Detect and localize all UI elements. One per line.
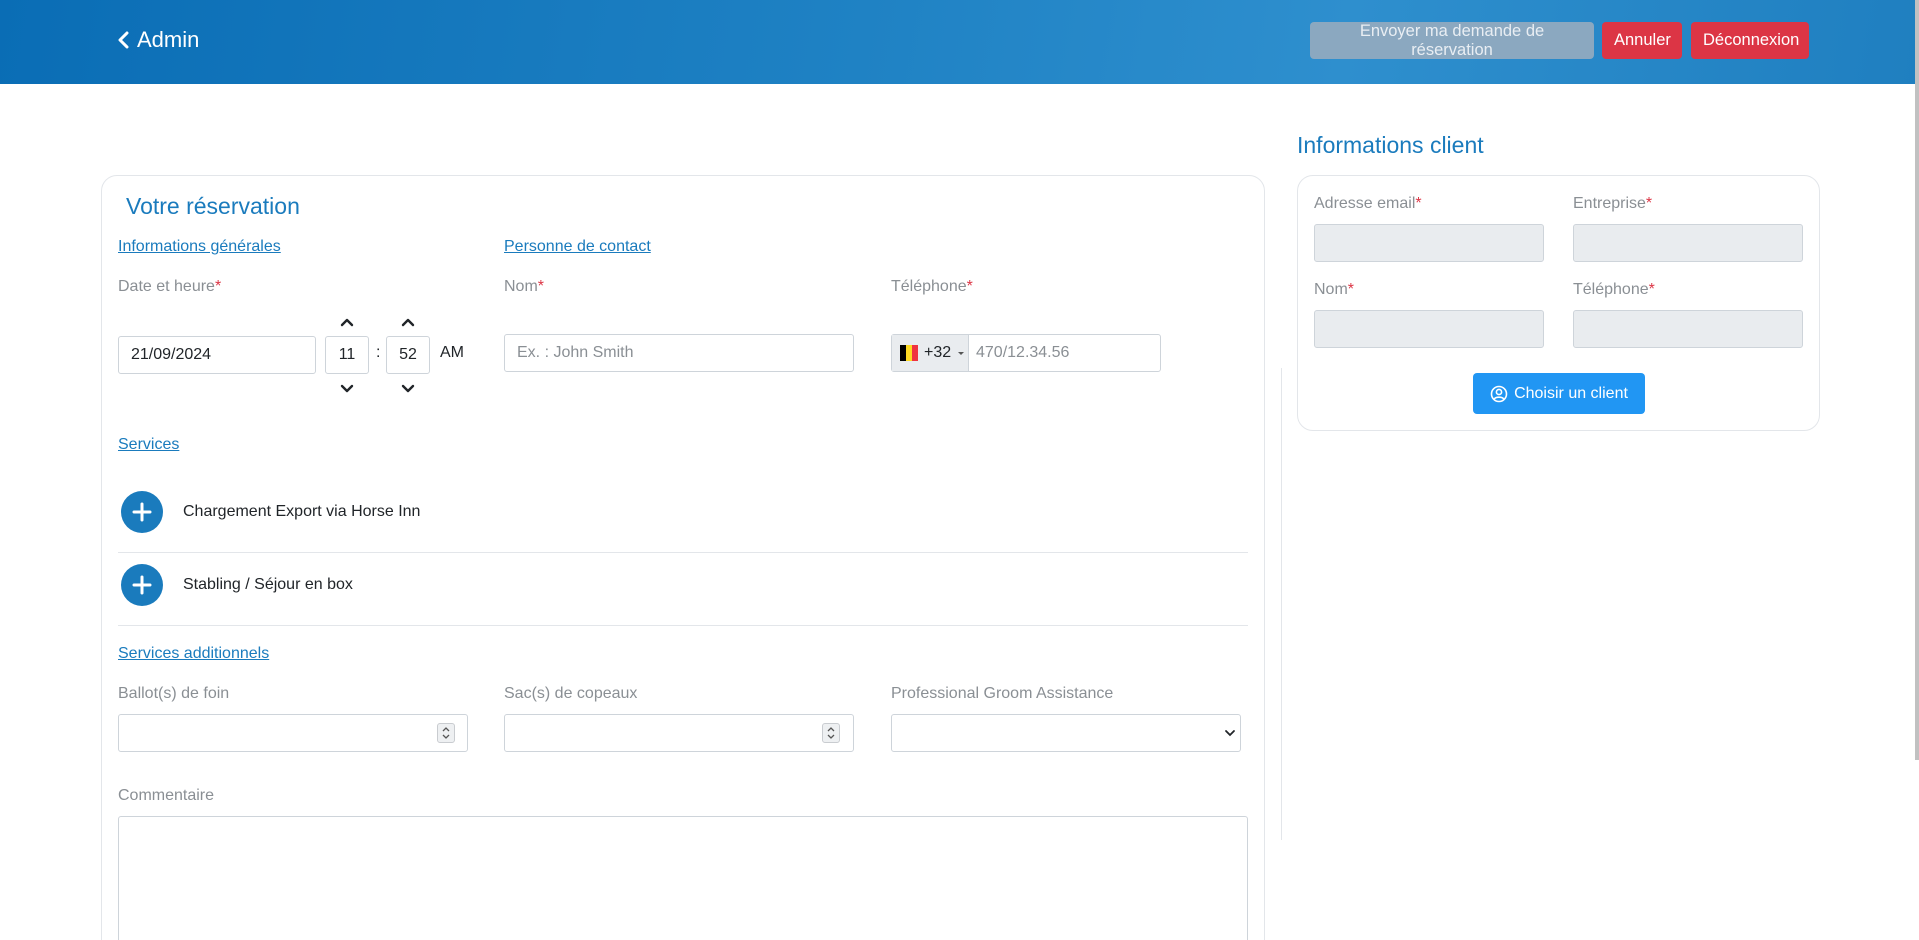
contact-name-input[interactable]: Ex. : John Smith bbox=[504, 334, 854, 372]
add-service-button[interactable] bbox=[121, 564, 163, 606]
caret-down-icon bbox=[958, 352, 965, 355]
user-circle-icon bbox=[1490, 385, 1508, 402]
plus-icon bbox=[132, 502, 152, 522]
cancel-button[interactable]: Annuler bbox=[1602, 22, 1682, 59]
back-to-admin-link[interactable]: Admin bbox=[117, 27, 199, 53]
belgium-flag-icon bbox=[900, 345, 918, 361]
client-phone-label: Téléphone* bbox=[1573, 281, 1655, 298]
send-reservation-button[interactable]: Envoyer ma demande de réservation bbox=[1310, 22, 1594, 59]
shavings-label: Sac(s) de copeaux bbox=[504, 685, 638, 702]
add-service-button[interactable] bbox=[121, 491, 163, 533]
reservation-title: Votre réservation bbox=[126, 193, 300, 219]
client-phone-field bbox=[1573, 310, 1803, 348]
groom-assistance-select[interactable] bbox=[891, 714, 1241, 752]
back-label: Admin bbox=[137, 27, 200, 52]
hay-bales-spinner[interactable] bbox=[437, 723, 455, 743]
choose-client-label: Choisir un client bbox=[1514, 384, 1628, 402]
chevron-up-icon bbox=[340, 318, 354, 326]
client-name-field bbox=[1314, 310, 1544, 348]
spinner-arrows-icon bbox=[442, 727, 450, 739]
chevron-left-icon bbox=[118, 31, 129, 49]
shavings-input[interactable] bbox=[504, 714, 854, 752]
time-separator: : bbox=[376, 344, 381, 361]
logout-button[interactable]: Déconnexion bbox=[1691, 22, 1809, 59]
date-time-label: Date et heure* bbox=[118, 278, 222, 295]
chevron-down-icon bbox=[1225, 730, 1235, 737]
contact-phone-label: Téléphone* bbox=[891, 278, 973, 295]
chevron-up-icon bbox=[401, 318, 415, 326]
chevron-down-icon bbox=[401, 384, 415, 392]
service-item: Stabling / Séjour en box bbox=[118, 549, 1248, 621]
service-label: Stabling / Séjour en box bbox=[183, 576, 353, 593]
groom-assistance-label: Professional Groom Assistance bbox=[891, 685, 1114, 702]
services-link[interactable]: Services bbox=[118, 436, 179, 454]
comment-textarea[interactable] bbox=[118, 816, 1248, 940]
hay-bales-input[interactable] bbox=[118, 714, 468, 752]
minute-down-arrow[interactable] bbox=[398, 381, 418, 395]
contact-name-label: Nom* bbox=[504, 278, 545, 295]
plus-icon bbox=[132, 575, 152, 595]
general-info-link[interactable]: Informations générales bbox=[118, 238, 281, 256]
hour-input[interactable]: 11 bbox=[325, 336, 369, 374]
country-code-select[interactable]: +32 bbox=[892, 335, 969, 371]
client-name-label: Nom* bbox=[1314, 281, 1355, 298]
hay-bales-label: Ballot(s) de foin bbox=[118, 685, 230, 702]
client-company-field bbox=[1573, 224, 1803, 262]
date-input[interactable]: 21/09/2024 bbox=[118, 336, 316, 374]
country-code: +32 bbox=[924, 344, 952, 361]
service-divider bbox=[118, 625, 1248, 626]
page-scrollbar[interactable] bbox=[1915, 0, 1919, 760]
spinner-arrows-icon bbox=[827, 727, 835, 739]
comment-label: Commentaire bbox=[118, 787, 215, 804]
ampm-toggle[interactable]: AM bbox=[440, 344, 464, 362]
client-email-field bbox=[1314, 224, 1544, 262]
client-info-title: Informations client bbox=[1297, 132, 1484, 158]
top-bar: Admin Envoyer ma demande de réservation … bbox=[0, 0, 1919, 84]
additional-services-link[interactable]: Services additionnels bbox=[118, 645, 269, 663]
service-item: Chargement Export via Horse Inn bbox=[118, 476, 1248, 548]
minute-up-arrow[interactable] bbox=[398, 315, 418, 329]
hour-down-arrow[interactable] bbox=[337, 381, 357, 395]
client-email-label: Adresse email* bbox=[1314, 195, 1422, 212]
hour-up-arrow[interactable] bbox=[337, 315, 357, 329]
service-label: Chargement Export via Horse Inn bbox=[183, 503, 421, 520]
client-company-label: Entreprise* bbox=[1573, 195, 1653, 212]
contact-person-link[interactable]: Personne de contact bbox=[504, 238, 651, 256]
column-divider bbox=[1281, 368, 1282, 840]
minute-input[interactable]: 52 bbox=[386, 336, 430, 374]
shavings-spinner[interactable] bbox=[822, 723, 840, 743]
chevron-down-icon bbox=[340, 384, 354, 392]
choose-client-button[interactable]: Choisir un client bbox=[1473, 373, 1645, 414]
